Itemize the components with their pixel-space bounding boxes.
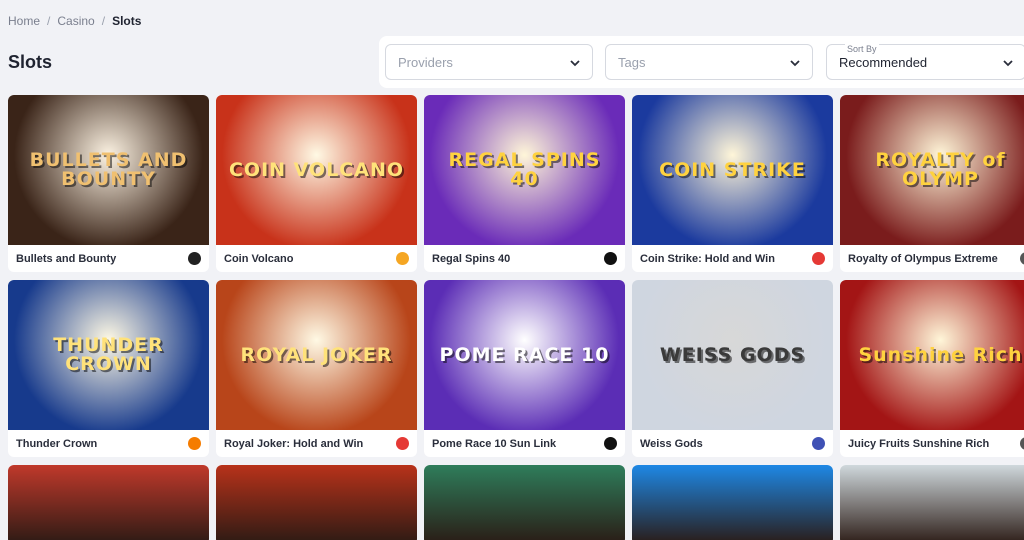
game-card-footer: Coin Strike: Hold and Win (632, 245, 833, 272)
game-thumbnail[interactable]: COIN STRIKE (632, 95, 833, 245)
game-card-footer: Royal Joker: Hold and Win (216, 430, 417, 457)
game-card-footer: Pome Race 10 Sun Link (424, 430, 625, 457)
game-art-title: BULLETS AND BOUNTY (29, 149, 188, 190)
provider-logo-icon (604, 437, 617, 450)
filter-bar: Providers Tags Sort By Recommended (379, 36, 1024, 88)
provider-logo-icon (188, 252, 201, 265)
game-title[interactable]: Bullets and Bounty (16, 253, 116, 265)
game-thumbnail[interactable] (632, 465, 833, 540)
game-card-footer: Weiss Gods (632, 430, 833, 457)
game-thumbnail[interactable]: COIN VOLCANO (216, 95, 417, 245)
game-art-title: ROYAL JOKER (240, 343, 393, 366)
game-thumbnail[interactable] (8, 465, 209, 540)
chevron-down-icon (1003, 60, 1013, 67)
breadcrumb-current: Slots (112, 14, 142, 28)
breadcrumb-casino[interactable]: Casino (57, 14, 94, 28)
game-card[interactable]: REGAL SPINS 40 Regal Spins 40 (424, 95, 625, 272)
game-card[interactable]: THUNDER CROWN Thunder Crown (8, 280, 209, 457)
game-thumbnail[interactable] (424, 465, 625, 540)
game-card-footer: Regal Spins 40 (424, 245, 625, 272)
game-thumbnail[interactable]: ROYALTY of OLYMP (840, 95, 1024, 245)
game-thumbnail[interactable]: ROYAL JOKER (216, 280, 417, 430)
game-thumbnail[interactable]: POME RACE 10 (424, 280, 625, 430)
game-title[interactable]: Thunder Crown (16, 438, 97, 450)
breadcrumb-separator: / (101, 14, 106, 28)
game-title[interactable]: Juicy Fruits Sunshine Rich (848, 438, 989, 450)
game-card-footer: Coin Volcano (216, 245, 417, 272)
providers-placeholder: Providers (398, 54, 453, 70)
breadcrumb: Home / Casino / Slots (8, 14, 141, 28)
providers-select[interactable]: Providers (385, 44, 593, 80)
game-card[interactable]: ROYAL JOKER Royal Joker: Hold and Win (216, 280, 417, 457)
provider-logo-icon (812, 252, 825, 265)
game-title[interactable]: Regal Spins 40 (432, 253, 510, 265)
game-thumbnail[interactable]: WEISS GODS (632, 280, 833, 430)
game-title[interactable]: Coin Volcano (224, 253, 293, 265)
game-thumbnail[interactable] (216, 465, 417, 540)
game-card[interactable]: ROYALTY of OLYMP Royalty of Olympus Extr… (840, 95, 1024, 272)
game-card[interactable] (632, 465, 833, 540)
game-card-footer: Royalty of Olympus Extreme (840, 245, 1024, 272)
provider-logo-icon (396, 252, 409, 265)
sort-select[interactable]: Sort By Recommended (826, 44, 1024, 80)
game-art-title: ROYALTY of OLYMP (875, 149, 1006, 190)
game-card-footer: Thunder Crown (8, 430, 209, 457)
game-title[interactable]: Royalty of Olympus Extreme (848, 253, 998, 265)
game-art-title: REGAL SPINS 40 (448, 149, 601, 190)
provider-logo-icon (812, 437, 825, 450)
game-card[interactable]: WEISS GODS Weiss Gods (632, 280, 833, 457)
tags-select[interactable]: Tags (605, 44, 813, 80)
game-card[interactable]: COIN STRIKE Coin Strike: Hold and Win (632, 95, 833, 272)
tags-placeholder: Tags (618, 54, 646, 70)
chevron-down-icon (790, 60, 800, 67)
provider-logo-icon (1020, 252, 1024, 265)
sort-label: Sort By (845, 44, 879, 54)
game-card-footer: Bullets and Bounty (8, 245, 209, 272)
game-title[interactable]: Weiss Gods (640, 438, 703, 450)
game-thumbnail[interactable]: Sunshine Rich (840, 280, 1024, 430)
page-title: Slots (8, 52, 53, 72)
sort-value: Recommended (839, 54, 928, 70)
game-card[interactable] (8, 465, 209, 540)
game-card-footer: Juicy Fruits Sunshine Rich (840, 430, 1024, 457)
game-thumbnail[interactable]: BULLETS AND BOUNTY (8, 95, 209, 245)
breadcrumb-home[interactable]: Home (8, 14, 40, 28)
game-thumbnail[interactable] (840, 465, 1024, 540)
game-art-title: THUNDER CROWN (53, 334, 164, 375)
game-art-title: POME RACE 10 (439, 343, 610, 366)
game-grid: BULLETS AND BOUNTY Bullets and Bounty CO… (8, 95, 1024, 540)
provider-logo-icon (604, 252, 617, 265)
game-art-title: COIN VOLCANO (228, 158, 404, 181)
game-art-title: COIN STRIKE (659, 158, 806, 181)
game-thumbnail[interactable]: THUNDER CROWN (8, 280, 209, 430)
game-card[interactable] (424, 465, 625, 540)
provider-logo-icon (396, 437, 409, 450)
breadcrumb-separator: / (47, 14, 51, 28)
game-card[interactable]: COIN VOLCANO Coin Volcano (216, 95, 417, 272)
provider-logo-icon (188, 437, 201, 450)
game-title[interactable]: Pome Race 10 Sun Link (432, 438, 556, 450)
provider-logo-icon (1020, 437, 1024, 450)
chevron-down-icon (570, 60, 580, 67)
game-title[interactable]: Royal Joker: Hold and Win (224, 438, 363, 450)
game-card[interactable]: POME RACE 10 Pome Race 10 Sun Link (424, 280, 625, 457)
game-title[interactable]: Coin Strike: Hold and Win (640, 253, 775, 265)
game-thumbnail[interactable]: REGAL SPINS 40 (424, 95, 625, 245)
game-art-title: WEISS GODS (659, 343, 806, 366)
game-card[interactable]: BULLETS AND BOUNTY Bullets and Bounty (8, 95, 209, 272)
game-card[interactable]: Sunshine Rich Juicy Fruits Sunshine Rich (840, 280, 1024, 457)
game-card[interactable] (216, 465, 417, 540)
game-art-title: Sunshine Rich (858, 343, 1023, 366)
game-card[interactable] (840, 465, 1024, 540)
